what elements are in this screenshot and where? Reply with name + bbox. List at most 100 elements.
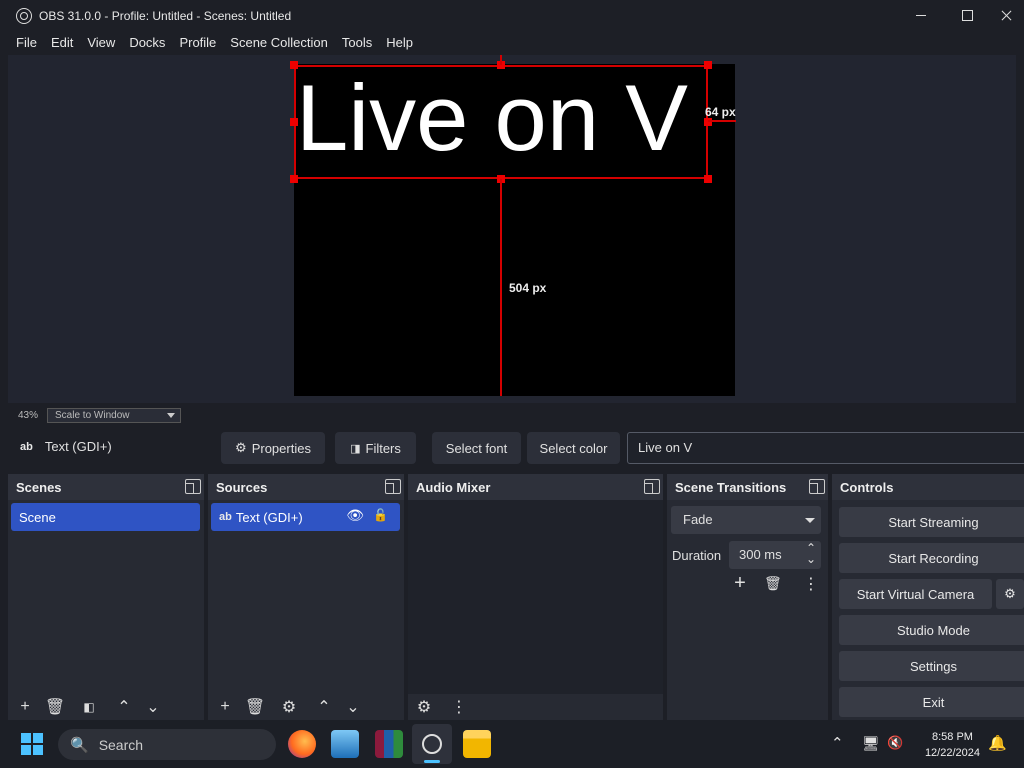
select-font-button[interactable]: Select font [432, 432, 521, 464]
filter-icon: ◨ [350, 442, 361, 455]
chevron-down-icon [167, 412, 175, 418]
sources-title: Sources [216, 479, 268, 495]
transition-value: Fade [683, 512, 713, 527]
chevron-up-icon[interactable]: ⌃ [313, 697, 335, 717]
preview-scrollbar[interactable] [1016, 55, 1024, 403]
resize-handle[interactable] [290, 175, 298, 183]
chevron-down-icon[interactable]: ⌄ [806, 545, 816, 573]
settings-button[interactable]: Settings [839, 651, 1024, 681]
source-type-label: Text (GDI+) [44, 439, 112, 454]
measure-right-label: 64 px [705, 105, 736, 119]
audio-mixer-dock: Audio Mixer ⚙ ⋮ [408, 474, 663, 720]
search-placeholder: Search [98, 736, 144, 753]
chevron-down-icon[interactable]: ⌄ [342, 697, 364, 717]
start-streaming-button[interactable]: Start Streaming [839, 507, 1024, 537]
notification-bell-icon[interactable]: 🔔 [988, 734, 1007, 752]
chevron-down-icon[interactable]: ⌄ [142, 697, 164, 717]
undock-icon[interactable] [185, 479, 201, 494]
clock[interactable]: 8:58 PM 12/22/2024 [925, 729, 980, 761]
gear-icon: ⚙ [235, 440, 247, 455]
network-icon[interactable]: 🖥 [862, 735, 880, 752]
menu-tools[interactable]: Tools [335, 31, 379, 55]
scene-filter-icon[interactable]: ◧ [78, 697, 100, 717]
windows-start-icon[interactable] [21, 733, 43, 755]
menu-scene-collection[interactable]: Scene Collection [223, 31, 335, 55]
guide-line-right [708, 120, 736, 122]
gear-icon: ⚙ [1004, 586, 1016, 601]
menu-edit[interactable]: Edit [44, 31, 80, 55]
transition-select[interactable]: Fade [671, 506, 821, 534]
more-vertical-icon[interactable]: ⋮ [803, 574, 819, 594]
text-source-input[interactable]: Live on V [627, 432, 1024, 464]
active-indicator [424, 760, 440, 763]
chevron-up-icon[interactable]: ⌃ [113, 697, 135, 717]
filters-button[interactable]: ◨ Filters [335, 432, 416, 464]
minimize-button[interactable] [898, 0, 944, 31]
menu-help[interactable]: Help [379, 31, 420, 55]
winrar-icon[interactable] [375, 730, 403, 758]
eye-icon[interactable]: 👁 [346, 507, 364, 524]
taskbar: 🔍 Search ⌃ 🖥 🔇 8:58 PM 12/22/2024 🔔 [0, 720, 1024, 768]
controls-title: Controls [840, 479, 894, 495]
scenes-header: Scenes [8, 474, 204, 500]
more-vertical-icon[interactable]: ⋮ [448, 697, 470, 717]
undock-icon[interactable] [644, 479, 660, 494]
gear-icon[interactable]: ⚙ [278, 697, 300, 717]
list-item[interactable]: ab Text (GDI+) 👁 🔓 [211, 503, 400, 531]
audio-mixer-footer: ⚙ ⋮ [408, 694, 663, 720]
resize-handle[interactable] [704, 61, 712, 69]
properties-label: Properties [251, 440, 311, 456]
volume-muted-icon[interactable]: 🔇 [887, 735, 903, 751]
zoom-row: 43% Scale to Window [8, 404, 1016, 426]
taskbar-search[interactable]: 🔍 Search [58, 729, 276, 760]
add-icon[interactable]: + [14, 697, 36, 717]
zoom-mode-select[interactable]: Scale to Window [47, 407, 181, 423]
sources-header: Sources [208, 474, 404, 500]
search-icon: 🔍 [70, 736, 89, 754]
trash-icon[interactable]: 🗑 [244, 697, 266, 717]
resize-handle[interactable] [290, 61, 298, 69]
resize-handle[interactable] [704, 175, 712, 183]
start-virtual-camera-button[interactable]: Start Virtual Camera [839, 579, 992, 609]
clock-date: 12/22/2024 [924, 747, 980, 759]
properties-button[interactable]: ⚙ Properties [221, 432, 325, 464]
list-item[interactable]: Scene [11, 503, 200, 531]
lock-icon[interactable]: 🔓 [373, 508, 388, 522]
clock-time: 8:58 PM [931, 731, 973, 743]
menu-docks[interactable]: Docks [122, 31, 172, 55]
menu-file[interactable]: File [9, 31, 44, 55]
close-button[interactable] [990, 0, 1024, 31]
chevron-up-icon[interactable]: ⌃ [831, 734, 844, 752]
obs-taskbar-item[interactable] [412, 724, 452, 764]
virtual-camera-settings-button[interactable]: ⚙ [996, 579, 1024, 609]
trash-icon[interactable]: 🗑 [44, 697, 66, 717]
scene-transitions-body: Fade Duration 300 ms ⌃ ⌄ + 🗑 ⋮ [667, 500, 828, 694]
measure-bottom-label: 504 px [509, 281, 547, 295]
audio-mixer-header: Audio Mixer [408, 474, 663, 500]
exit-button[interactable]: Exit [839, 687, 1024, 717]
firefox-icon[interactable] [288, 730, 316, 758]
menu-profile[interactable]: Profile [172, 31, 223, 55]
undock-icon[interactable] [385, 479, 401, 494]
file-explorer-icon[interactable] [463, 730, 491, 758]
filters-label: Filters [365, 440, 401, 456]
start-recording-button[interactable]: Start Recording [839, 543, 1024, 573]
title-bar: OBS 31.0.0 - Profile: Untitled - Scenes:… [0, 0, 1024, 31]
selection-box[interactable] [294, 65, 708, 179]
undock-icon[interactable] [809, 479, 825, 494]
menu-view[interactable]: View [80, 31, 122, 55]
photos-app-icon[interactable] [331, 730, 359, 758]
zoom-mode-value: Scale to Window [55, 409, 130, 421]
trash-icon[interactable]: 🗑 [764, 575, 782, 592]
studio-mode-button[interactable]: Studio Mode [839, 615, 1024, 645]
duration-value: 300 ms [739, 547, 782, 562]
resize-handle[interactable] [290, 118, 298, 126]
maximize-button[interactable] [944, 0, 990, 31]
gear-icon[interactable]: ⚙ [413, 697, 435, 717]
select-color-button[interactable]: Select color [527, 432, 620, 464]
add-icon[interactable]: + [729, 572, 751, 594]
duration-spinbox[interactable]: 300 ms ⌃ ⌄ [729, 541, 821, 569]
source-item-label: Text (GDI+) [235, 509, 303, 525]
add-icon[interactable]: + [214, 697, 236, 717]
duration-label: Duration [672, 548, 722, 563]
